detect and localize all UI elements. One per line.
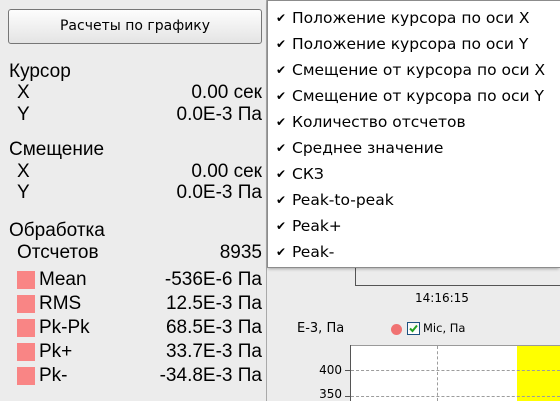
y-tick-label: 350 — [319, 388, 342, 401]
series-color-swatch — [17, 343, 35, 361]
stat-value: 33.7E-3 Па — [165, 341, 262, 362]
selection-highlight — [517, 346, 560, 401]
y-tick-400 — [345, 370, 350, 371]
stat-value: -536E-6 Па — [164, 269, 262, 290]
stat-row-mean: Mean -536E-6 Па — [0, 269, 262, 291]
check-icon — [276, 187, 288, 213]
menu-item-label: Смещение от курсора по оси X — [292, 61, 546, 79]
cursor-section-title: Курсор — [9, 61, 71, 82]
cursor-x-label: X — [17, 82, 30, 103]
time-axis-left-edge — [355, 268, 356, 286]
checkbox-check-icon — [409, 324, 418, 333]
menu-item-label: Peak-to-peak — [292, 191, 394, 209]
cursor-x-row: X 0.00 сек — [0, 82, 262, 104]
series-color-swatch — [17, 295, 35, 313]
sample-count-label: Отсчетов — [17, 242, 99, 263]
menu-item-peak-plus[interactable]: Peak+ — [268, 213, 560, 239]
menu-item-label: Peak- — [292, 243, 335, 261]
stat-label: Pk+ — [39, 341, 73, 362]
menu-item-label: Смещение от курсора по оси Y — [292, 87, 544, 105]
y-axis-unit-label: E-3, Па — [297, 321, 345, 336]
series-marker-icon — [391, 324, 402, 335]
menu-item-cursor-y[interactable]: Положение курсора по оси Y — [268, 31, 560, 57]
processing-section-title: Обработка — [9, 220, 105, 241]
cursor-x-value: 0.00 сек — [191, 82, 262, 103]
offset-section-header: Смещение — [0, 139, 262, 161]
stat-value: 12.5E-3 Па — [165, 293, 262, 314]
grid-line-400 — [351, 370, 560, 371]
y-tick-350 — [345, 396, 350, 397]
check-icon — [276, 31, 288, 57]
stat-label: Pk- — [39, 365, 68, 386]
series-color-swatch — [17, 367, 35, 385]
menu-item-cursor-x[interactable]: Положение курсора по оси X — [268, 5, 560, 31]
menu-item-label: Количество отсчетов — [292, 113, 466, 131]
offset-y-value: 0.0E-3 Па — [176, 182, 262, 203]
stat-value: -34.8E-3 Па — [159, 365, 262, 386]
stat-label: Pk-Pk — [39, 317, 90, 338]
menu-item-offset-x[interactable]: Смещение от курсора по оси X — [268, 57, 560, 83]
stat-label: Mean — [39, 269, 87, 290]
menu-item-mean[interactable]: Среднее значение — [268, 135, 560, 161]
check-icon — [276, 239, 288, 265]
context-menu: Положение курсора по оси X Положение кур… — [267, 0, 560, 268]
menu-item-peak-minus[interactable]: Peak- — [268, 239, 560, 265]
menu-item-offset-y[interactable]: Смещение от курсора по оси Y — [268, 83, 560, 109]
sample-count-value: 8935 — [219, 242, 262, 263]
cursor-section-header: Курсор — [0, 61, 262, 83]
calculations-panel: Расчеты по графику Курсор X 0.00 сек Y 0… — [0, 0, 266, 401]
series-color-swatch — [17, 271, 35, 289]
cursor-y-label: Y — [17, 104, 30, 125]
series-name-label: Mic, Па — [423, 321, 466, 335]
processing-section-header: Обработка — [0, 220, 262, 242]
cursor-y-row: Y 0.0E-3 Па — [0, 104, 262, 126]
stat-row-pk-minus: Pk- -34.8E-3 Па — [0, 365, 262, 387]
menu-item-sample-count[interactable]: Количество отсчетов — [268, 109, 560, 135]
series-visible-checkbox[interactable] — [407, 322, 420, 335]
offset-x-label: X — [17, 161, 30, 182]
offset-x-value: 0.00 сек — [191, 161, 262, 182]
cursor-y-value: 0.0E-3 Па — [176, 104, 262, 125]
y-axis — [350, 345, 351, 401]
check-icon — [276, 83, 288, 109]
stat-row-rms: RMS 12.5E-3 Па — [0, 293, 262, 315]
menu-item-rms[interactable]: СКЗ — [268, 161, 560, 187]
stat-row-pk-pk: Pk-Pk 68.5E-3 Па — [0, 317, 262, 339]
check-icon — [276, 135, 288, 161]
legend: Mic, Па — [388, 320, 478, 337]
time-axis-label: 14:16:15 — [415, 291, 469, 305]
check-icon — [276, 5, 288, 31]
stat-row-pk-plus: Pk+ 33.7E-3 Па — [0, 341, 262, 363]
series-color-swatch — [17, 319, 35, 337]
grid-line-vertical — [437, 346, 438, 401]
calc-by-graph-button[interactable]: Расчеты по графику — [8, 9, 262, 44]
menu-item-label: СКЗ — [292, 165, 324, 183]
stat-label: RMS — [39, 293, 82, 314]
offset-y-row: Y 0.0E-3 Па — [0, 182, 262, 204]
sample-count-row: Отсчетов 8935 — [0, 242, 262, 264]
y-tick-label: 400 — [319, 363, 342, 377]
menu-item-peak-to-peak[interactable]: Peak-to-peak — [268, 187, 560, 213]
grid-line-350 — [351, 396, 560, 397]
menu-item-label: Положение курсора по оси Y — [292, 35, 529, 53]
offset-y-label: Y — [17, 182, 30, 203]
stat-value: 68.5E-3 Па — [165, 317, 262, 338]
menu-item-label: Peak+ — [292, 217, 342, 235]
offset-x-row: X 0.00 сек — [0, 161, 262, 183]
check-icon — [276, 57, 288, 83]
check-icon — [276, 161, 288, 187]
check-icon — [276, 213, 288, 239]
check-icon — [276, 109, 288, 135]
menu-item-label: Среднее значение — [292, 139, 444, 157]
plot-area[interactable] — [351, 345, 560, 401]
menu-item-label: Положение курсора по оси X — [292, 9, 530, 27]
offset-section-title: Смещение — [9, 139, 105, 160]
time-axis-line — [355, 285, 560, 286]
